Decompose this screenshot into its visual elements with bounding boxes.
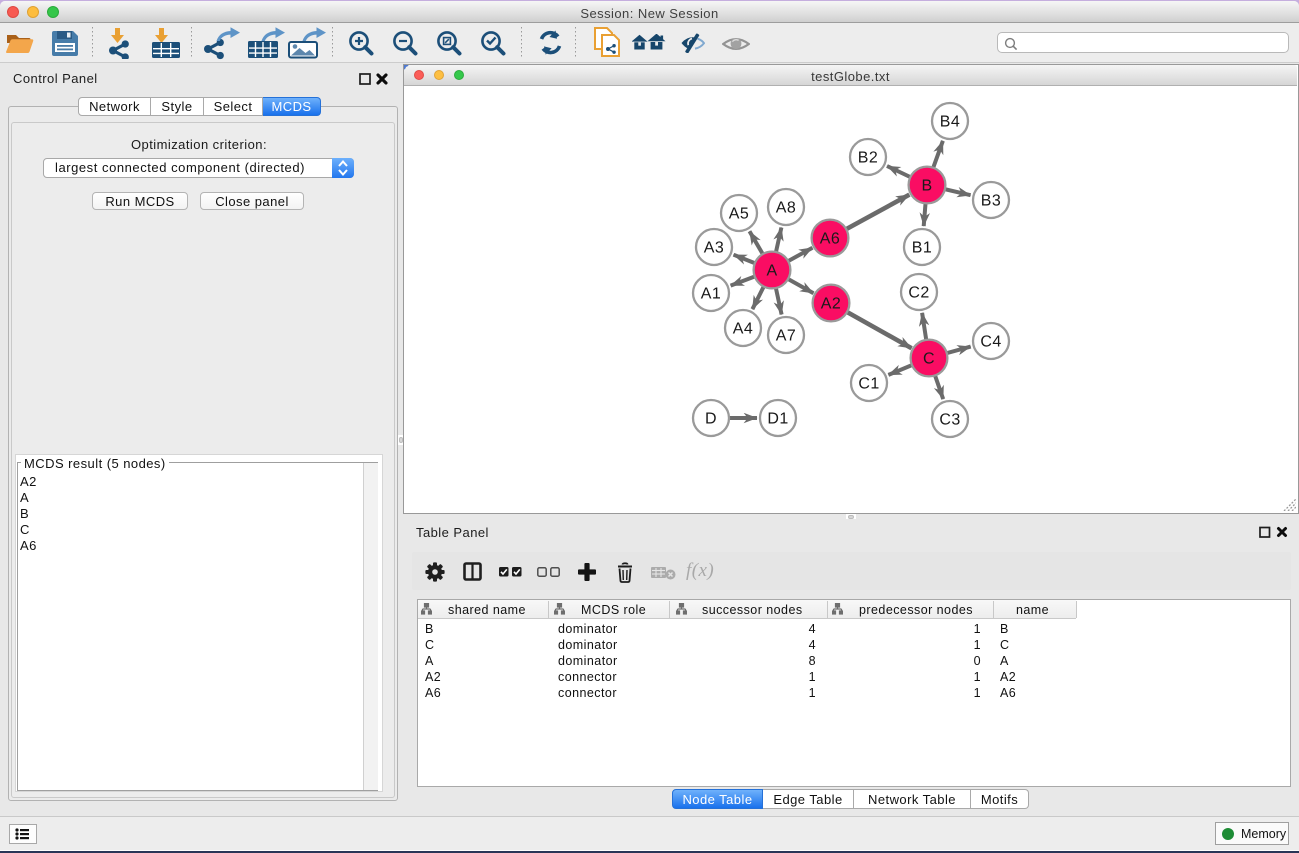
svg-text:C: C <box>923 351 935 368</box>
svg-text:B: B <box>921 178 932 195</box>
svg-text:A2: A2 <box>821 296 841 313</box>
svg-text:A4: A4 <box>733 321 753 338</box>
svg-text:B4: B4 <box>940 114 960 131</box>
svg-text:A1: A1 <box>701 286 721 303</box>
svg-text:D1: D1 <box>767 411 788 428</box>
svg-text:A8: A8 <box>776 200 796 217</box>
svg-text:A5: A5 <box>729 206 749 223</box>
svg-text:B1: B1 <box>912 240 932 257</box>
svg-text:C1: C1 <box>858 376 879 393</box>
svg-text:C3: C3 <box>939 412 960 429</box>
svg-text:C2: C2 <box>908 285 929 302</box>
svg-text:A: A <box>766 263 777 280</box>
svg-text:A6: A6 <box>820 231 840 248</box>
svg-text:A7: A7 <box>776 328 796 345</box>
svg-text:C4: C4 <box>980 334 1001 351</box>
svg-text:B2: B2 <box>858 150 878 167</box>
svg-text:A3: A3 <box>704 240 724 257</box>
svg-text:B3: B3 <box>981 193 1001 210</box>
svg-text:D: D <box>705 411 717 428</box>
